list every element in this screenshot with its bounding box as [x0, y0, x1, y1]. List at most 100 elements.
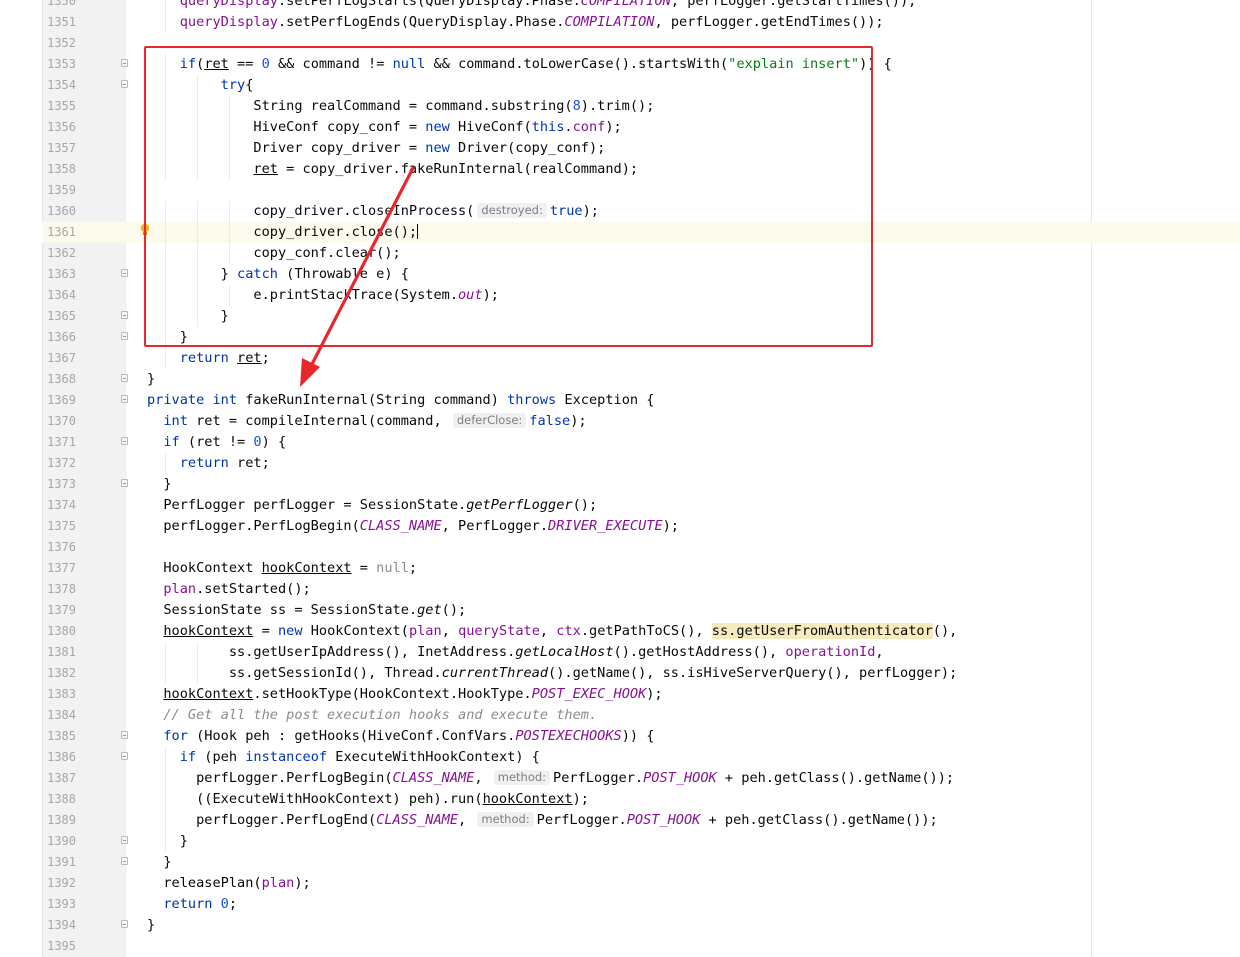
fold-marker-icon[interactable]	[121, 857, 128, 865]
code-line[interactable]: 1388 ((ExecuteWithHookContext) peh).run(…	[42, 789, 1240, 810]
code-token: Exception {	[556, 392, 655, 408]
code-token: perfLogger.PerfLogEnd(	[147, 812, 377, 828]
code-line[interactable]: 1381 ss.getUserIpAddress(), InetAddress.…	[42, 642, 1240, 663]
fold-marker-icon[interactable]	[121, 479, 128, 487]
line-number: 1360	[47, 204, 76, 218]
line-number: 1350	[47, 0, 76, 8]
code-text: if (peh instanceof ExecuteWithHookContex…	[147, 747, 540, 768]
code-token: getLocalHost	[515, 644, 614, 660]
indent-guide	[165, 663, 166, 684]
code-token: getPerfLogger	[466, 497, 573, 513]
code-token: (peh	[196, 749, 246, 765]
code-line[interactable]: 1390 }	[42, 831, 1240, 852]
line-number: 1358	[47, 162, 76, 176]
fold-marker-icon[interactable]	[121, 752, 128, 760]
fold-marker-icon[interactable]	[121, 836, 128, 844]
fold-marker-icon[interactable]	[121, 374, 128, 382]
annotation-highlight-box	[144, 46, 873, 347]
code-token: =	[253, 623, 278, 639]
code-token: (ret !=	[179, 434, 254, 450]
code-line[interactable]: 1383 hookContext.setHookType(HookContext…	[42, 684, 1240, 705]
code-line[interactable]: 1395	[42, 936, 1240, 957]
fold-marker-icon[interactable]	[121, 395, 128, 403]
code-text: ss.getUserIpAddress(), InetAddress.getLo…	[147, 642, 884, 663]
code-line[interactable]: 1389 perfLogger.PerfLogEnd(CLASS_NAME, m…	[42, 810, 1240, 831]
code-token: , perfLogger.getEndTimes());	[654, 14, 884, 30]
code-token: plan	[163, 581, 197, 597]
fold-marker-icon[interactable]	[121, 731, 128, 739]
code-line[interactable]: 1394}	[42, 915, 1240, 936]
code-line[interactable]: 1375 perfLogger.PerfLogBegin(CLASS_NAME,…	[42, 516, 1240, 537]
parameter-hint: method:	[477, 812, 534, 827]
code-line[interactable]: 1372 return ret;	[42, 453, 1240, 474]
indent-guide	[165, 810, 166, 831]
code-token: queryDisplay	[179, 14, 278, 30]
code-line[interactable]: 1367 return ret;	[42, 348, 1240, 369]
code-line[interactable]: 1377 HookContext hookContext = null;	[42, 558, 1240, 579]
line-number: 1379	[47, 603, 76, 617]
code-line[interactable]: 1369 private int fakeRunInternal(String c…	[42, 390, 1240, 411]
code-line[interactable]: 1351 queryDisplay.setPerfLogEnds(QueryDi…	[42, 12, 1240, 33]
indent-guide	[197, 642, 198, 663]
code-token: operationId	[785, 644, 876, 660]
line-number: 1364	[47, 288, 76, 302]
code-token: 0	[253, 434, 262, 450]
code-token: );	[646, 686, 663, 702]
code-text: }	[147, 831, 188, 852]
indent-guide	[165, 453, 166, 474]
code-line[interactable]: 1392 releasePlan(plan);	[42, 873, 1240, 894]
code-line[interactable]: 1370 int ret = compileInternal(command, …	[42, 411, 1240, 432]
code-line[interactable]: 1391 }	[42, 852, 1240, 873]
code-token: for	[163, 728, 188, 744]
code-text: }	[147, 852, 171, 873]
fold-marker-icon[interactable]	[121, 332, 128, 340]
code-line[interactable]: 1371 if (ret != 0) {	[42, 432, 1240, 453]
code-token: POST_EXEC_HOOK	[531, 686, 647, 702]
code-token: .setHookType(HookContext.HookType.	[253, 686, 532, 702]
line-number: 1353	[47, 57, 76, 71]
code-line[interactable]: 1379 SessionState ss = SessionState.get(…	[42, 600, 1240, 621]
code-token: perfLogger.PerfLogBegin(	[147, 518, 360, 534]
code-line[interactable]: 1378 plan.setStarted();	[42, 579, 1240, 600]
code-line[interactable]: 1382 ss.getSessionId(), Thread.currentTh…	[42, 663, 1240, 684]
line-number: 1389	[47, 813, 76, 827]
code-text: }	[147, 915, 155, 936]
fold-marker-icon[interactable]	[121, 311, 128, 319]
code-token: ();	[441, 602, 467, 618]
code-token: }	[147, 371, 156, 387]
code-token: ret = compileInternal(command,	[187, 413, 450, 429]
code-line[interactable]: 1374 PerfLogger perfLogger = SessionStat…	[42, 495, 1240, 516]
code-line[interactable]: 1350 queryDisplay.setPerfLogStarts(Query…	[42, 0, 1240, 12]
code-line[interactable]: 1384 // Get all the post execution hooks…	[42, 705, 1240, 726]
line-number: 1394	[47, 918, 76, 932]
code-token: hookContext	[482, 791, 573, 807]
code-line[interactable]: 1385 for (Hook peh : getHooks(HiveConf.C…	[42, 726, 1240, 747]
indent-guide	[165, 768, 166, 789]
code-line[interactable]: 1380 hookContext = new HookContext(plan,…	[42, 621, 1240, 642]
line-number: 1378	[47, 582, 76, 596]
fold-marker-icon[interactable]	[121, 269, 128, 277]
fold-marker-icon[interactable]	[121, 437, 128, 445]
code-token: CLASS_NAME	[376, 812, 458, 828]
code-token: );	[572, 791, 589, 807]
fold-marker-icon[interactable]	[121, 80, 128, 88]
code-line[interactable]: 1387 perfLogger.PerfLogBegin(CLASS_NAME,…	[42, 768, 1240, 789]
code-line[interactable]: 1376	[42, 537, 1240, 558]
code-line[interactable]: 1368}	[42, 369, 1240, 390]
code-token: hookContext	[261, 560, 352, 576]
code-token: ;	[228, 896, 238, 912]
code-text: for (Hook peh : getHooks(HiveConf.ConfVa…	[147, 726, 654, 747]
code-line[interactable]: 1386 if (peh instanceof ExecuteWithHookC…	[42, 747, 1240, 768]
code-line[interactable]: 1373 }	[42, 474, 1240, 495]
fold-marker-icon[interactable]	[121, 59, 128, 67]
code-token: )) {	[621, 728, 655, 744]
code-line[interactable]: 1393 return 0;	[42, 894, 1240, 915]
indent-guide	[165, 12, 166, 33]
fold-marker-icon[interactable]	[121, 920, 128, 928]
code-token: throws	[507, 392, 557, 408]
